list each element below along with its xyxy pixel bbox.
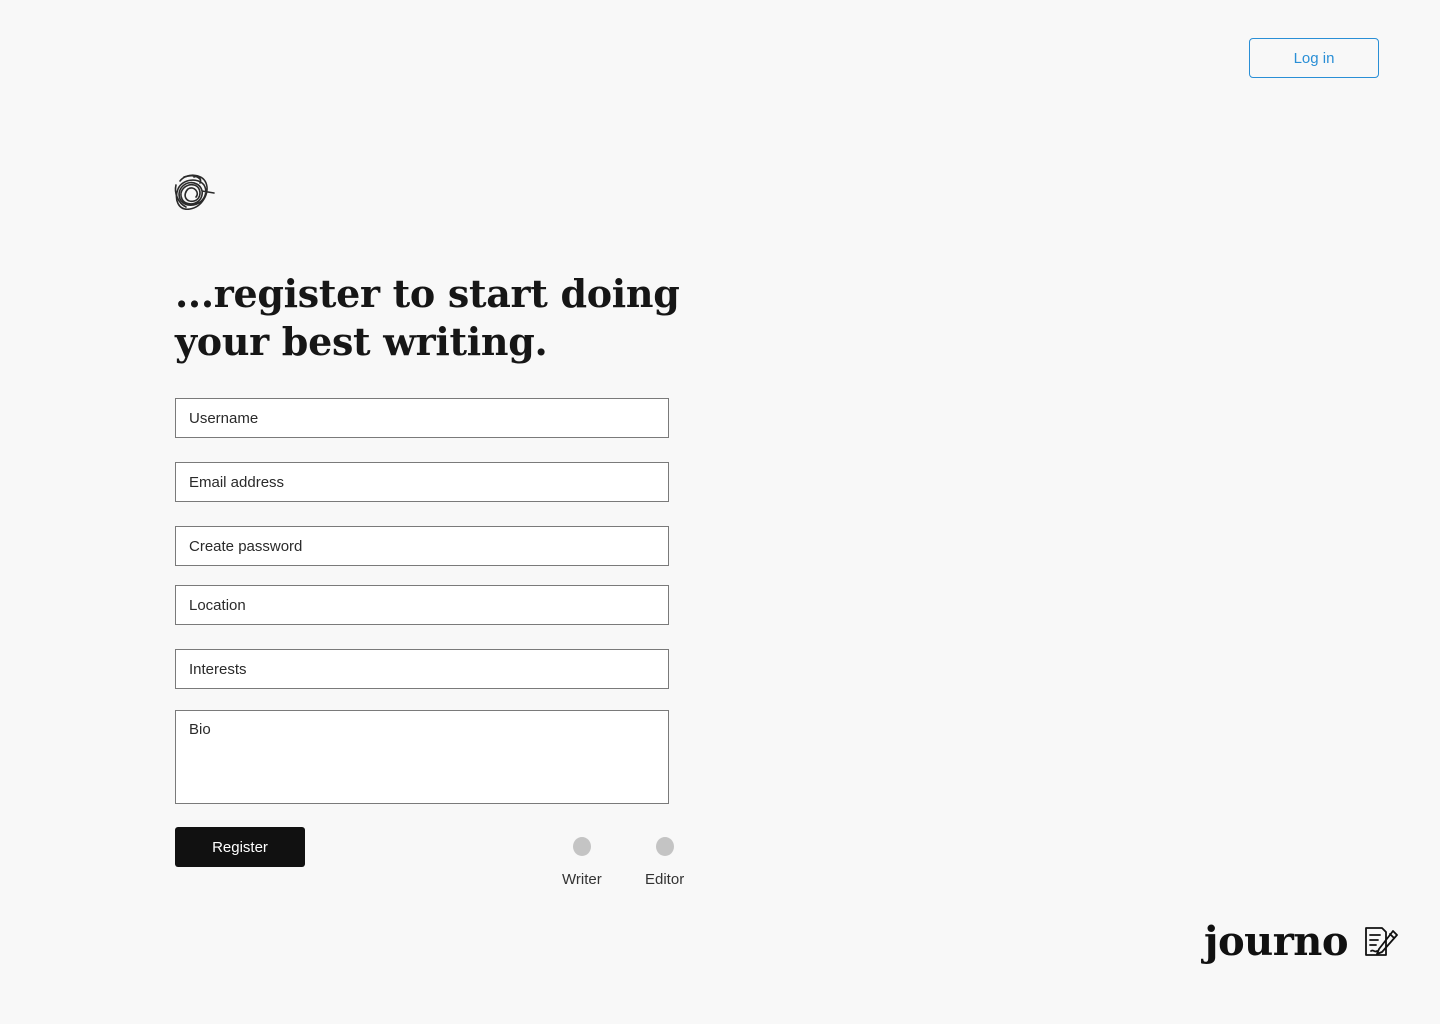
- headline-line-2: your best writing.: [175, 319, 548, 364]
- role-option-writer[interactable]: Writer: [562, 837, 602, 888]
- email-input[interactable]: [175, 462, 669, 502]
- bio-textarea[interactable]: [175, 710, 669, 804]
- document-pen-icon: [1365, 926, 1398, 956]
- password-input[interactable]: [175, 526, 669, 566]
- editor-radio[interactable]: [655, 837, 674, 856]
- page-headline: ...register to start doing your best wri…: [175, 270, 735, 366]
- register-page: Log in ...register to start doing your b…: [0, 0, 1440, 1024]
- headline-line-1: ...register to start doing: [175, 271, 680, 316]
- brand-name: journo: [1204, 918, 1349, 965]
- writer-label: Writer: [562, 871, 602, 888]
- interests-input[interactable]: [175, 649, 669, 689]
- editor-label: Editor: [645, 871, 685, 888]
- login-button[interactable]: Log in: [1249, 38, 1379, 78]
- scribble-logo-icon: [174, 174, 215, 210]
- brand-logo: journo: [1204, 918, 1398, 965]
- username-input[interactable]: [175, 398, 669, 438]
- writer-radio[interactable]: [572, 837, 591, 856]
- role-option-editor[interactable]: Editor: [645, 837, 684, 888]
- location-input[interactable]: [175, 585, 669, 625]
- register-button[interactable]: Register: [175, 827, 305, 867]
